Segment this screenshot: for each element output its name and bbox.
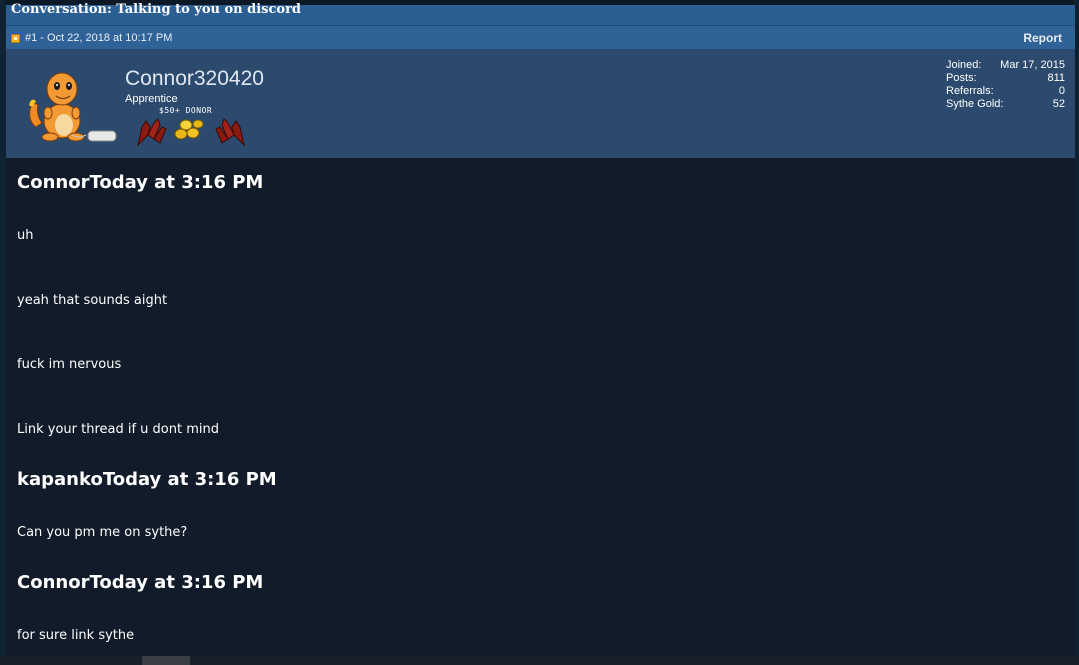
user-title: Apprentice bbox=[125, 93, 178, 105]
message-line: yeah that sounds aight bbox=[17, 293, 168, 308]
stat-value: 52 bbox=[1052, 98, 1065, 110]
message-line: fuck im nervous bbox=[17, 357, 122, 372]
stat-joined: Joined: Mar 17, 2015 bbox=[946, 59, 1065, 72]
stat-value[interactable]: 811 bbox=[1047, 72, 1065, 84]
stat-sythe-gold: Sythe Gold: 52 bbox=[946, 98, 1065, 111]
donor-badge-label: $50+ DONOR bbox=[159, 106, 213, 115]
post-permalink[interactable]: #1 - Oct 22, 2018 at 10:17 PM bbox=[25, 32, 172, 44]
username[interactable]: Connor320420 bbox=[125, 67, 264, 91]
message-body: ConnorToday at 3:16 PM uh yeah that soun… bbox=[6, 158, 1075, 656]
post-header: #1 - Oct 22, 2018 at 10:17 PM Report bbox=[6, 26, 1075, 49]
message-heading: ConnorToday at 3:16 PM bbox=[17, 172, 264, 193]
conversation-panel: Conversation: Talking to you on discord … bbox=[6, 2, 1075, 656]
conversation-title-bar: Conversation: Talking to you on discord bbox=[6, 2, 1075, 26]
message-line: uh bbox=[17, 228, 34, 243]
message-heading: ConnorToday at 3:16 PM bbox=[17, 572, 264, 593]
message-line: Can you pm me on sythe? bbox=[17, 525, 188, 540]
stat-label: Joined: bbox=[946, 59, 982, 71]
post-icon bbox=[11, 34, 20, 43]
stat-label: Sythe Gold: bbox=[946, 98, 1004, 110]
user-info-block: Connor320420 Apprentice $50+ DONOR Joine… bbox=[6, 49, 1075, 158]
stat-label: Referrals: bbox=[946, 85, 994, 97]
user-stats: Joined: Mar 17, 2015 Posts: 811 Referral… bbox=[946, 59, 1065, 111]
message-line: for sure link sythe bbox=[17, 628, 135, 643]
avatar[interactable] bbox=[26, 65, 120, 147]
bottom-tab[interactable] bbox=[142, 656, 190, 665]
stat-value: Mar 17, 2015 bbox=[1000, 59, 1065, 71]
claw-badge-icon bbox=[137, 118, 167, 147]
claw-badge-icon bbox=[215, 118, 245, 147]
message-heading: kapankoToday at 3:16 PM bbox=[17, 469, 277, 490]
message-line: Link your thread if u dont mind bbox=[17, 422, 219, 437]
conversation-title: Conversation: Talking to you on discord bbox=[11, 2, 302, 17]
report-link[interactable]: Report bbox=[1023, 31, 1062, 45]
stat-referrals: Referrals: 0 bbox=[946, 85, 1065, 98]
gold-coins-icon bbox=[174, 119, 204, 140]
stat-posts: Posts: 811 bbox=[946, 72, 1065, 85]
stat-label: Posts: bbox=[946, 72, 977, 84]
stat-value: 0 bbox=[1058, 85, 1065, 97]
